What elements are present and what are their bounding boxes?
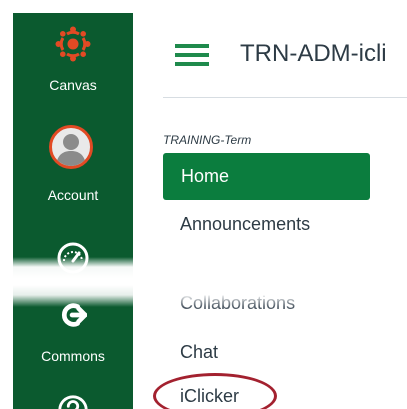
help-icon <box>58 395 88 409</box>
nav-item-canvas[interactable]: Canvas <box>13 13 133 103</box>
course-nav-chat[interactable]: Chat <box>180 341 218 363</box>
dashboard-icon <box>57 242 89 274</box>
course-title[interactable]: TRN-ADM-icli <box>240 40 387 68</box>
commons-icon <box>62 303 87 327</box>
nav-label-account: Account <box>47 187 99 203</box>
global-navigation: Canvas Account Commons <box>13 13 133 409</box>
course-nav-announcements[interactable]: Announcements <box>180 213 310 235</box>
nav-label-commons: Commons <box>41 348 105 364</box>
term-label: TRAINING-Term <box>163 133 252 147</box>
nav-item-commons[interactable]: Commons <box>13 295 133 370</box>
hamburger-menu-button[interactable] <box>175 44 209 66</box>
iclicker-highlight-oval <box>153 373 277 409</box>
nav-item-help[interactable] <box>13 381 133 409</box>
canvas-logo-icon <box>55 26 91 62</box>
hamburger-line <box>175 53 209 57</box>
header-divider <box>163 97 407 98</box>
hamburger-line <box>175 44 209 48</box>
nav-item-account[interactable]: Account <box>13 103 133 213</box>
nav-item-dashboard[interactable] <box>13 218 133 274</box>
course-nav-home-label: Home <box>181 166 230 186</box>
nav-label-canvas: Canvas <box>49 77 97 93</box>
hamburger-line <box>175 62 209 66</box>
canvas-course-page: Canvas Account Commons TRN-ADM-icli TRAI… <box>0 0 407 409</box>
course-nav-home[interactable]: Home <box>163 153 370 200</box>
account-avatar-icon <box>49 125 93 169</box>
course-nav-collaborations[interactable]: Collaborations <box>180 292 295 314</box>
